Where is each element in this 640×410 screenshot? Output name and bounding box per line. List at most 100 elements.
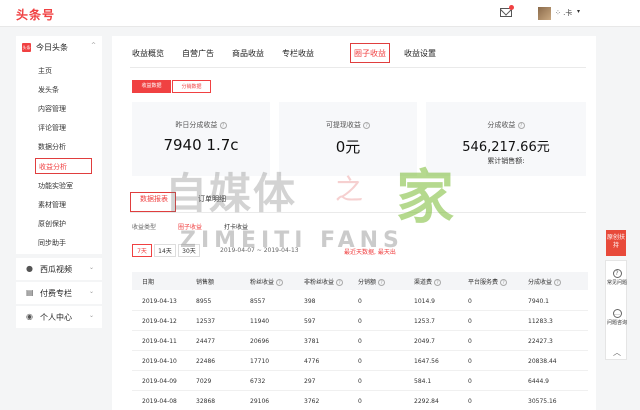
help-icon[interactable]: ?: [517, 121, 525, 129]
faq-button[interactable]: ? 常见问题: [606, 269, 628, 287]
chevron-down-icon[interactable]: ▾: [577, 8, 580, 15]
sidebar-header-label: 今日头条: [36, 43, 68, 52]
sidebar-item-materials[interactable]: 素材管理: [38, 200, 66, 210]
avatar[interactable]: [538, 7, 551, 20]
table-cell: 22486: [196, 358, 216, 365]
table-cell: 2292.84: [414, 398, 439, 405]
subtab-revenue-data[interactable]: 收益数据: [132, 80, 171, 93]
tab-column[interactable]: 专栏收益: [282, 48, 314, 59]
table-cell: 7940.1: [528, 298, 549, 305]
original-support-badge[interactable]: 原创扶持: [606, 230, 626, 256]
top-bar: 头条号 ⁘ .卡 ▾: [0, 0, 640, 27]
tab-overview[interactable]: 收益概览: [132, 48, 164, 59]
help-icon[interactable]: ?: [335, 279, 343, 286]
tab-settings[interactable]: 收益设置: [404, 48, 436, 59]
table-cell: 0: [468, 318, 472, 325]
tab-data-report[interactable]: 数据报表: [140, 194, 168, 204]
help-icon[interactable]: ?: [553, 279, 561, 286]
table-row: 2019-04-12 12537 11940 597 0 1253.7 0 11283.3: [132, 312, 588, 331]
help-panel: ? 常见问题 … 问题咨询 ︿: [605, 260, 627, 360]
help-icon[interactable]: ?: [363, 121, 371, 129]
sidebar-item-revenue[interactable]: 收益分析: [35, 158, 92, 174]
sidebar-header-toutiao[interactable]: 头条 今日头条 ^: [22, 41, 102, 55]
card-value: 7​9​4​0 1.7c: [163, 136, 239, 154]
tab-self-ads[interactable]: 自营广告: [182, 48, 214, 59]
tab-divider: [130, 67, 586, 68]
table-cell: 8557: [250, 298, 266, 305]
faq-label: 常见问题: [606, 280, 627, 286]
tab-circle[interactable]: 圈子收益: [354, 48, 386, 59]
table-cell: 2019-04-10: [142, 358, 177, 365]
watermark-text: 自媒体: [165, 169, 298, 218]
table-cell: 32868: [196, 398, 216, 405]
notification-dot: [509, 5, 514, 10]
table-cell: 0: [358, 378, 362, 385]
table-cell: 584.1: [414, 378, 432, 385]
username[interactable]: ⁘ .卡: [555, 8, 572, 18]
table-cell: 17710: [250, 358, 270, 365]
watermark-text: ZIMEITI FANS: [180, 228, 404, 253]
help-icon[interactable]: ?: [275, 279, 283, 286]
col-date: 日期: [142, 279, 155, 286]
consult-button[interactable]: … 问题咨询: [606, 309, 628, 327]
table-cell: 20696: [250, 338, 270, 345]
table-cell: 22427.3: [528, 338, 553, 345]
table-cell: 24477: [196, 338, 216, 345]
col-fan-revenue: 粉丝收益 ?: [250, 277, 283, 286]
table-cell: 11940: [250, 318, 270, 325]
table-cell: 398: [304, 298, 316, 305]
book-icon: ▤: [26, 288, 34, 297]
range-7d[interactable]: 7天: [132, 244, 152, 257]
sidebar-section-profile[interactable]: ◉ 个人中心 ⌄: [16, 306, 102, 328]
table-cell: 12537: [196, 318, 216, 325]
back-to-top-icon[interactable]: ︿: [606, 347, 628, 358]
chevron-up-icon[interactable]: ^: [91, 42, 96, 49]
col-sales: 销售额: [196, 279, 215, 286]
table-cell: 3762: [304, 398, 320, 405]
table-cell: 6732: [250, 378, 266, 385]
sidebar-item-comments[interactable]: 评论管理: [38, 123, 66, 133]
table-cell: 297: [304, 378, 316, 385]
table-cell: 3781: [304, 338, 320, 345]
play-icon: ●: [26, 264, 33, 273]
chevron-down-icon: ⌄: [88, 288, 94, 295]
app-logo[interactable]: 头条号: [16, 6, 55, 23]
table-cell: 8955: [196, 298, 212, 305]
table-cell: 0: [468, 358, 472, 365]
sidebar-item-sync[interactable]: 同步助手: [38, 238, 66, 248]
table-cell: 0: [358, 298, 362, 305]
sidebar-section-xigua[interactable]: ● 西瓜视频 ⌄: [16, 258, 102, 280]
sidebar-item-content[interactable]: 内容管理: [38, 104, 66, 114]
col-platform-fee: 平台服务费 ?: [468, 277, 507, 286]
table-cell: 1253.7: [414, 318, 435, 325]
table-cell: 0: [468, 298, 472, 305]
user-icon: ◉: [26, 312, 33, 321]
table-cell: 0: [468, 398, 472, 405]
table-cell: 0: [358, 338, 362, 345]
table-row: 2019-04-09 7029 6732 297 0 584.1 0 6444.9: [132, 372, 588, 391]
toutiao-icon: 头条: [22, 43, 31, 52]
help-icon[interactable]: ?: [219, 121, 227, 129]
tab-goods[interactable]: 商品收益: [232, 48, 264, 59]
table-row: 2019-04-11 24477 20696 3781 0 2049.7 0 22427.3: [132, 332, 588, 351]
table-cell: 6444.9: [528, 378, 549, 385]
table-cell: 7029: [196, 378, 212, 385]
sidebar-item-post[interactable]: 发头条: [38, 85, 59, 95]
help-icon[interactable]: ?: [377, 279, 385, 286]
sidebar-section-label: 西瓜视频: [40, 265, 72, 274]
help-icon[interactable]: ?: [433, 279, 441, 286]
sidebar-item-home[interactable]: 主页: [38, 66, 52, 76]
sidebar-section-paid[interactable]: ▤ 付费专栏 ⌄: [16, 282, 102, 304]
sidebar-item-original[interactable]: 原创保护: [38, 219, 66, 229]
main-panel: 收益概览 自营广告 商品收益 专栏收益 圈子收益 收益设置 收益数据 分销数据 …: [112, 36, 596, 410]
sidebar-item-data[interactable]: 数据分析: [38, 142, 66, 152]
chevron-down-icon: ⌄: [88, 264, 94, 271]
help-icon[interactable]: ?: [499, 279, 507, 286]
subtab-distribution-data[interactable]: 分销数据: [172, 80, 211, 93]
question-icon: ?: [612, 269, 622, 278]
col-nonfan-revenue: 非粉丝收益 ?: [304, 277, 343, 286]
sidebar-item-lab[interactable]: 功能实验室: [38, 181, 73, 191]
range-14d[interactable]: 14天: [154, 244, 176, 257]
table-cell: 0: [468, 338, 472, 345]
col-share-revenue: 分成收益 ?: [528, 277, 561, 286]
